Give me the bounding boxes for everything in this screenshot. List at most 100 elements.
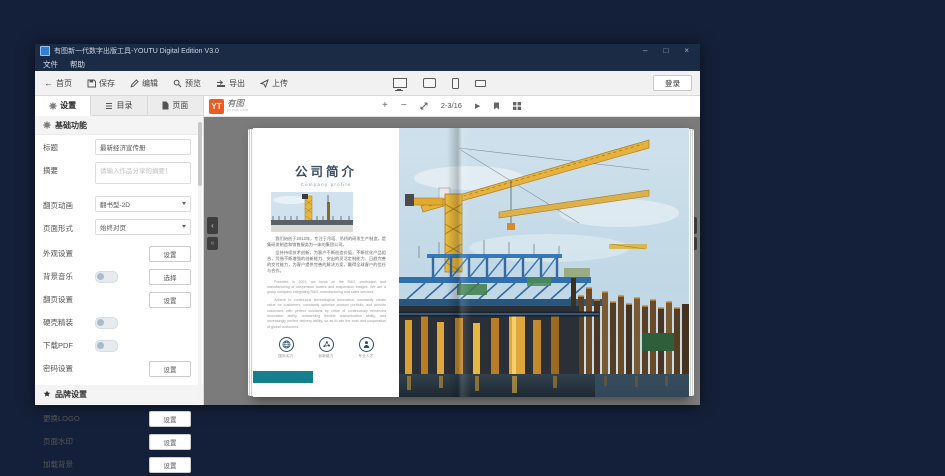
globe-icon xyxy=(279,337,294,352)
flip-settings-row: 翻页设置 设置 xyxy=(35,288,203,311)
pdf-toggle[interactable] xyxy=(95,340,118,352)
password-label: 密码设置 xyxy=(43,363,95,374)
hardcover-row: 硬壳精装 xyxy=(35,311,203,334)
page-mode-value: 始终对页 xyxy=(100,222,126,232)
zoom-in-button[interactable]: + xyxy=(382,101,388,111)
book-spread[interactable]: 公司简介 Company profile xyxy=(253,128,689,397)
profile-paragraph-en-1: Founded in 2001, we focus on the R&D, pr… xyxy=(267,280,386,296)
title-input[interactable] xyxy=(95,139,191,155)
page-indicator[interactable]: 2-3/16 xyxy=(441,102,462,110)
fullscreen-icon[interactable] xyxy=(420,102,428,110)
home-label: 首页 xyxy=(56,78,72,89)
settings-sidebar: 设置 目录 页面 基础功能 标题 摘要 xyxy=(35,96,204,405)
page-mode-select[interactable]: 始终对页 xyxy=(95,219,191,235)
loading-bg-settings-button[interactable]: 设置 xyxy=(149,457,191,473)
gear-icon xyxy=(43,121,51,129)
brand-name: 有图 xyxy=(227,100,249,109)
chevron-down-icon xyxy=(182,225,186,228)
profile-heading: 公司简介 xyxy=(253,161,399,180)
zoom-out-button[interactable]: − xyxy=(401,101,407,111)
watermark-label: 页面水印 xyxy=(43,436,95,447)
flip-settings-label: 翻页设置 xyxy=(43,294,95,305)
pdf-row: 下载PDF xyxy=(35,334,203,357)
password-settings-button[interactable]: 设置 xyxy=(149,361,191,377)
phone-preview-icon[interactable] xyxy=(452,78,459,89)
bgm-toggle[interactable] xyxy=(95,271,118,283)
app-window: 有图新一代数字出版工具-YOUTU Digital Edition V3.0 –… xyxy=(35,44,700,405)
login-button[interactable]: 登录 xyxy=(653,75,692,91)
bgm-label: 背景音乐 xyxy=(43,271,95,282)
appearance-settings-button[interactable]: 设置 xyxy=(149,246,191,262)
logo-settings-button[interactable]: 设置 xyxy=(149,411,191,427)
preview-button[interactable]: 预览 xyxy=(173,78,201,89)
loading-bg-row: 加载背景 设置 xyxy=(35,453,203,476)
hardcover-toggle[interactable] xyxy=(95,317,118,329)
viewer-toolbar: YT 有图 youtu.com + − 2-3/16 ▶ xyxy=(204,96,700,117)
save-button[interactable]: 保存 xyxy=(87,78,115,89)
watermark-settings-button[interactable]: 设置 xyxy=(149,434,191,450)
edit-button[interactable]: 编辑 xyxy=(130,78,158,89)
title-field-label: 标题 xyxy=(43,139,95,153)
save-label: 保存 xyxy=(99,78,115,89)
prev-page-button[interactable]: ‹ xyxy=(207,217,218,234)
upload-button[interactable]: 上传 xyxy=(260,78,288,89)
tablet-preview-icon[interactable] xyxy=(423,78,436,88)
autoplay-button[interactable]: ▶ xyxy=(475,103,480,110)
save-disk-icon xyxy=(87,79,96,88)
tab-pages-label: 页面 xyxy=(172,100,188,111)
award-icon xyxy=(43,390,51,398)
close-button[interactable]: × xyxy=(684,47,689,55)
feature-caption: 创新能力 xyxy=(318,354,333,359)
profile-paragraph-en-2: Adhere to continuous technological innov… xyxy=(267,298,386,330)
pencil-icon xyxy=(130,79,139,88)
mini-preview-icon[interactable] xyxy=(475,80,486,87)
maximize-button[interactable]: □ xyxy=(663,47,668,55)
menu-file[interactable]: 文件 xyxy=(43,59,58,70)
feature-caption: 专业人才 xyxy=(358,354,373,359)
minimize-button[interactable]: – xyxy=(643,47,647,55)
export-icon xyxy=(216,79,226,88)
sidebar-scrollbar[interactable] xyxy=(198,118,202,404)
flip-settings-button[interactable]: 设置 xyxy=(149,292,191,308)
list-icon xyxy=(105,102,113,110)
yt-logo: YT xyxy=(209,99,224,114)
logo-row: 更换LOGO 设置 xyxy=(35,407,203,430)
feature-global: 国际实力 xyxy=(273,337,299,359)
flip-anim-label: 翻页动画 xyxy=(43,196,95,211)
sidebar-tabs: 设置 目录 页面 xyxy=(35,96,203,116)
tab-settings[interactable]: 设置 xyxy=(35,96,91,116)
basic-section-header: 基础功能 xyxy=(35,116,203,135)
tab-pages[interactable]: 页面 xyxy=(148,96,203,116)
flip-anim-select[interactable]: 翻书型-2D xyxy=(95,196,191,212)
summary-field-row: 摘要 xyxy=(35,158,203,187)
network-icon xyxy=(319,337,334,352)
bgm-choose-button[interactable]: 选择 xyxy=(149,269,191,285)
tab-contents[interactable]: 目录 xyxy=(91,96,147,116)
app-icon xyxy=(40,46,50,56)
bookmark-icon[interactable] xyxy=(493,102,500,110)
thumbnails-grid-icon[interactable] xyxy=(513,102,521,110)
main-toolbar: ← 首页 保存 编辑 预览 导出 上传 登录 xyxy=(35,71,700,96)
page-accent-bar xyxy=(253,371,313,383)
person-icon xyxy=(359,337,374,352)
page-icon xyxy=(162,101,169,110)
back-arrow-icon: ← xyxy=(44,78,53,88)
summary-field-label: 摘要 xyxy=(43,162,95,176)
company-profile-page: 公司简介 Company profile xyxy=(253,128,399,397)
brand-section-title: 品牌设置 xyxy=(55,389,87,400)
menu-help[interactable]: 帮助 xyxy=(70,59,85,70)
desktop-preview-icon[interactable] xyxy=(393,78,407,88)
profile-subheading: Company profile xyxy=(253,182,399,187)
summary-input[interactable] xyxy=(95,162,191,184)
spread-fold-shadow xyxy=(447,128,471,397)
export-button[interactable]: 导出 xyxy=(216,78,245,89)
loading-bg-label: 加载背景 xyxy=(43,459,95,470)
flip-anim-row: 翻页动画 翻书型-2D xyxy=(35,192,203,215)
flipbook-viewer: YT 有图 youtu.com + − 2-3/16 ▶ xyxy=(204,96,700,405)
first-page-button[interactable]: « xyxy=(207,237,218,250)
appearance-label: 外观设置 xyxy=(43,248,95,259)
home-button[interactable]: ← 首页 xyxy=(44,78,72,89)
feature-talent: 专业人才 xyxy=(353,337,379,359)
feature-caption: 国际实力 xyxy=(278,354,293,359)
page-mode-label: 页面形式 xyxy=(43,219,95,234)
